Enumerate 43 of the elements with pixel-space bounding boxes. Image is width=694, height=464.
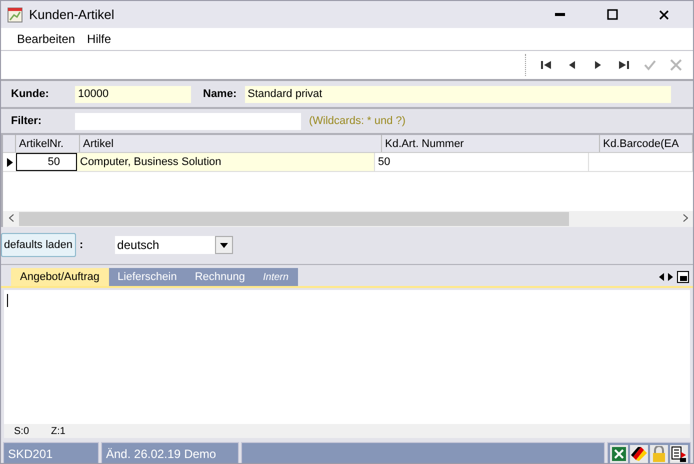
line-indicator: Z:1	[51, 426, 66, 436]
tab-left-icon[interactable]	[659, 273, 664, 281]
app-icon	[7, 6, 23, 22]
scroll-left-icon[interactable]	[8, 214, 14, 222]
customer-label: Kunde:	[11, 88, 50, 100]
cancel-icon	[669, 58, 683, 72]
first-icon	[539, 58, 553, 72]
tab-right-icon[interactable]	[668, 273, 673, 281]
column-header[interactable]: Kd.Art. Nummer	[382, 135, 600, 152]
customer-field[interactable]: 10000	[75, 86, 191, 102]
filter-label: Filter:	[11, 115, 43, 127]
minimize-icon	[555, 13, 565, 16]
menu-item[interactable]: Bearbeiten	[17, 32, 76, 46]
table-cell: 50	[16, 153, 77, 171]
maximize-icon	[606, 9, 618, 20]
document-icon[interactable]	[670, 445, 688, 463]
scrollbar-thumb[interactable]	[19, 212, 569, 226]
language-dropdown[interactable]: deutsch	[115, 236, 234, 254]
tab[interactable]: Angebot/Auftrag	[11, 268, 109, 286]
table-cell: Computer, Business Solution	[77, 153, 375, 171]
caret-icon	[220, 242, 228, 248]
flag-icon[interactable]	[630, 445, 648, 463]
column-indicator: S:0	[14, 426, 30, 436]
defaults-button[interactable]: defaults laden	[1, 233, 76, 257]
last-icon	[617, 58, 631, 72]
window-title: Kunden-Artikel	[29, 7, 116, 22]
close-icon	[659, 10, 669, 20]
status-field: SKD201	[3, 442, 99, 463]
menu-item[interactable]: Hilfe	[87, 32, 112, 46]
column-header[interactable]: Kd.Barcode(EA	[600, 135, 693, 152]
window-list-icon[interactable]	[677, 271, 689, 283]
column-header[interactable]: Artikel	[80, 135, 382, 152]
colon-label: :	[80, 239, 84, 251]
table-cell: 50	[375, 153, 589, 171]
name-field[interactable]: Standard privat	[244, 86, 671, 102]
ok-icon	[643, 58, 657, 72]
status-field: Änd. 26.02.19 Demo	[101, 442, 239, 463]
name-label: Name:	[203, 88, 237, 100]
scroll-right-icon[interactable]	[682, 214, 688, 222]
column-header[interactable]: ArtikelNr.	[16, 135, 80, 152]
filter-field[interactable]	[75, 112, 301, 130]
wildcards-hint: (Wildcards: * und ?)	[309, 115, 406, 127]
spreadsheet-icon[interactable]	[610, 445, 628, 463]
